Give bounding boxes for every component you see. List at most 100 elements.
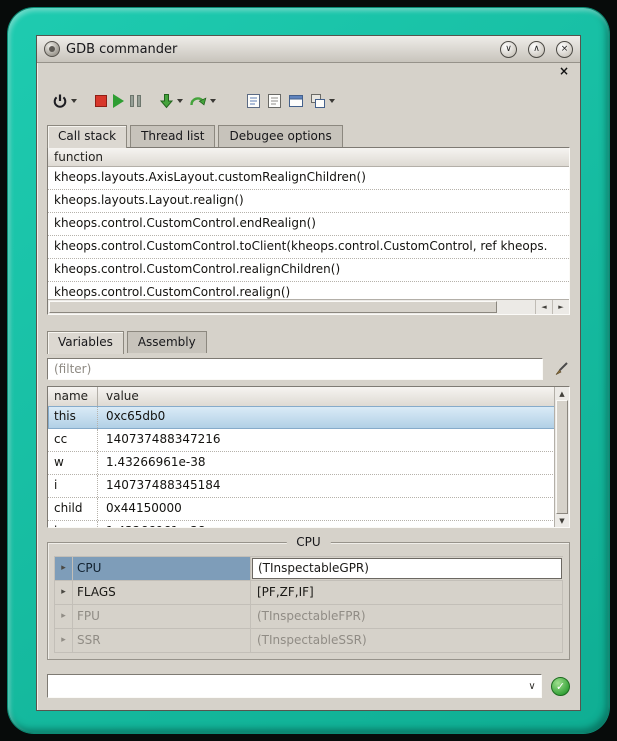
callstack-row[interactable]: kheops.control.CustomControl.toClient(kh… <box>48 236 569 259</box>
variables-header: name value <box>48 387 555 407</box>
var-name: i <box>48 475 98 497</box>
maximize-button[interactable]: ∧ <box>528 41 545 58</box>
tab-call-stack[interactable]: Call stack <box>47 125 127 148</box>
table-row[interactable]: w 1.43266961e-38 <box>48 452 555 475</box>
column-header-name[interactable]: name <box>48 387 98 406</box>
vertical-scrollbar[interactable]: ▲ ▼ <box>554 387 569 527</box>
cpu-groupbox: CPU ▸ CPU (TInspectableGPR) ▸ FLAGS [PF,… <box>47 542 570 660</box>
window-title: GDB commander <box>66 42 177 57</box>
callstack-row[interactable]: kheops.layouts.AxisLayout.customRealignC… <box>48 167 569 190</box>
command-row: ∨ ✓ <box>47 674 570 698</box>
window-frame: GDB commander ∨ ∧ × × <box>8 8 609 733</box>
cpu-row[interactable]: ▸ SSR (TInspectableSSR) <box>55 629 563 653</box>
expand-arrow-icon[interactable]: ▸ <box>55 557 73 580</box>
run-button[interactable] <box>110 89 127 113</box>
table-row[interactable]: b 1.43266961e-38 <box>48 521 555 527</box>
play-icon <box>113 94 124 108</box>
tab-assembly[interactable]: Assembly <box>127 331 207 353</box>
callstack-column-header[interactable]: function <box>48 148 569 167</box>
brush-icon <box>553 361 569 377</box>
pane-bar: × <box>37 63 580 81</box>
shade-button[interactable]: ∨ <box>500 41 517 58</box>
tab-debugee-options[interactable]: Debugee options <box>218 125 342 147</box>
table-row[interactable]: child 0x44150000 <box>48 498 555 521</box>
scroll-left-button[interactable]: ◄ <box>535 300 552 314</box>
command-input[interactable] <box>48 675 523 697</box>
var-value: 1.43266961e-38 <box>98 452 555 474</box>
register-group-value: (TInspectableSSR) <box>251 629 563 652</box>
scrollbar-thumb[interactable] <box>49 301 497 313</box>
chevron-down-icon[interactable] <box>71 99 77 103</box>
power-icon <box>52 93 68 109</box>
callstack-tabbar: Call stack Thread list Debugee options <box>37 123 580 147</box>
callstack-row[interactable]: kheops.control.CustomControl.endRealign(… <box>48 213 569 236</box>
windows-button[interactable] <box>307 89 338 113</box>
scroll-right-button[interactable]: ► <box>552 300 569 314</box>
execute-button[interactable]: ✓ <box>551 677 570 696</box>
memory-viewer-button[interactable] <box>285 89 307 113</box>
chevron-down-icon[interactable] <box>210 99 216 103</box>
pane-close-icon[interactable]: × <box>559 65 569 77</box>
var-value: 140737488345184 <box>98 475 555 497</box>
notes-button[interactable] <box>243 89 264 113</box>
titlebar[interactable]: GDB commander ∨ ∧ × <box>37 36 580 63</box>
step-in-icon <box>159 93 174 109</box>
filter-row <box>47 358 570 380</box>
var-name: child <box>48 498 98 520</box>
tab-variables[interactable]: Variables <box>47 331 124 354</box>
var-value: 140737488347216 <box>98 429 555 451</box>
windows-icon <box>310 93 326 109</box>
tab-thread-list[interactable]: Thread list <box>130 125 215 147</box>
callstack-list: kheops.layouts.AxisLayout.customRealignC… <box>48 167 569 300</box>
cpu-row[interactable]: ▸ FPU (TInspectableFPR) <box>55 605 563 629</box>
chevron-down-icon[interactable] <box>177 99 183 103</box>
register-group-value: (TInspectableFPR) <box>251 605 563 628</box>
pause-button[interactable] <box>127 89 144 113</box>
scroll-down-button[interactable]: ▼ <box>555 514 569 527</box>
register-group-value: [PF,ZF,IF] <box>251 581 563 604</box>
cpu-row[interactable]: ▸ CPU (TInspectableGPR) <box>55 557 563 581</box>
step-in-button[interactable] <box>156 89 186 113</box>
close-button[interactable]: × <box>556 41 573 58</box>
scrollbar-thumb[interactable] <box>556 400 568 514</box>
horizontal-scrollbar[interactable]: ◄ ► <box>48 299 569 314</box>
var-name: w <box>48 452 98 474</box>
register-group-name: FPU <box>73 605 251 628</box>
var-name: this <box>48 406 98 428</box>
register-group-value[interactable]: (TInspectableGPR) <box>252 558 562 579</box>
callstack-row[interactable]: kheops.layouts.Layout.realign() <box>48 190 569 213</box>
expand-arrow-icon[interactable]: ▸ <box>55 605 73 628</box>
stop-button[interactable] <box>92 89 110 113</box>
stop-icon <box>95 95 107 107</box>
cpu-row[interactable]: ▸ FLAGS [PF,ZF,IF] <box>55 581 563 605</box>
register-group-name: CPU <box>73 557 251 580</box>
filter-clear-button[interactable] <box>552 360 570 378</box>
callstack-panel: function kheops.layouts.AxisLayout.custo… <box>47 147 570 315</box>
pause-icon <box>130 95 141 107</box>
cpu-groupbox-title: CPU <box>286 535 330 549</box>
chevron-down-icon[interactable] <box>329 99 335 103</box>
debug-toolbar <box>37 81 580 123</box>
callstack-row[interactable]: kheops.control.CustomControl.realign() <box>48 282 569 300</box>
var-value: 0xc65db0 <box>98 406 555 428</box>
document-button[interactable] <box>264 89 285 113</box>
variables-list: this 0xc65db0 cc 140737488347216 w 1.432… <box>48 406 555 527</box>
document-icon <box>267 93 282 109</box>
cpu-register-tree: ▸ CPU (TInspectableGPR) ▸ FLAGS [PF,ZF,I… <box>54 556 563 653</box>
filter-input[interactable] <box>47 358 543 380</box>
command-combobox[interactable]: ∨ <box>47 674 542 698</box>
var-name: cc <box>48 429 98 451</box>
scroll-up-button[interactable]: ▲ <box>555 387 569 400</box>
callstack-row[interactable]: kheops.control.CustomControl.realignChil… <box>48 259 569 282</box>
var-value: 0x44150000 <box>98 498 555 520</box>
expand-arrow-icon[interactable]: ▸ <box>55 629 73 652</box>
combo-dropdown-button[interactable]: ∨ <box>523 675 541 697</box>
step-over-button[interactable] <box>186 89 219 113</box>
table-row[interactable]: this 0xc65db0 <box>48 406 555 429</box>
inspector-tabbar: Variables Assembly <box>37 329 580 353</box>
table-row[interactable]: cc 140737488347216 <box>48 429 555 452</box>
column-header-value[interactable]: value <box>98 387 555 406</box>
power-button[interactable] <box>49 89 80 113</box>
expand-arrow-icon[interactable]: ▸ <box>55 581 73 604</box>
table-row[interactable]: i 140737488345184 <box>48 475 555 498</box>
